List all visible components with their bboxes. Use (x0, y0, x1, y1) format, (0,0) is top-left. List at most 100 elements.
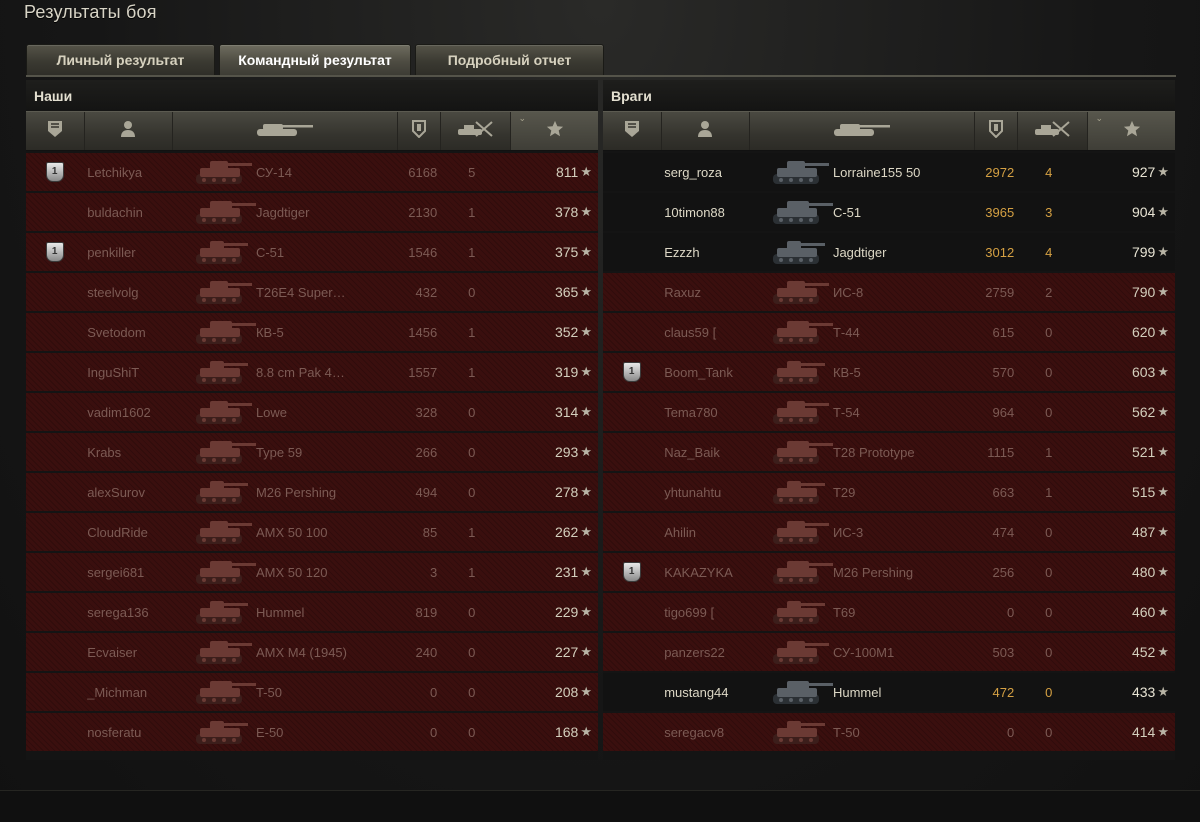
xp-value: 562 (1131, 404, 1156, 420)
player-row[interactable]: vadim1602 Lowe 328 0 314 ★ (26, 393, 598, 431)
player-row[interactable]: nosferatu E-50 0 0 168 ★ (26, 713, 598, 751)
player-name[interactable]: tigo699 [ (660, 593, 751, 631)
medal-icon: 1 (45, 242, 64, 262)
player-row[interactable]: Tema780 Т-54 964 0 562 ★ (603, 393, 1175, 431)
tank-cell: T-50 (174, 673, 396, 711)
player-name[interactable]: InguShiT (83, 353, 174, 391)
player-name[interactable]: Ecvaiser (83, 633, 174, 671)
kills-value: 0 (468, 444, 476, 460)
player-name[interactable]: Raxuz (660, 273, 751, 311)
xp-value: 168 (554, 724, 579, 740)
tab-personal-result[interactable]: Личный результат (26, 44, 215, 75)
kills-value: 1 (468, 524, 476, 540)
player-row[interactable]: yhtunahtu T29 663 1 515 ★ (603, 473, 1175, 511)
player-row[interactable]: Ecvaiser AMX M4 (1945) 240 0 227 ★ (26, 633, 598, 671)
column-xp-header[interactable]: ⌄ (511, 112, 598, 150)
player-name[interactable]: vadim1602 (83, 393, 174, 431)
player-row[interactable]: alexSurov M26 Pershing 494 0 278 ★ (26, 473, 598, 511)
kills-value: 0 (468, 484, 476, 500)
tab-team-result[interactable]: Командный результат (219, 44, 411, 75)
player-name[interactable]: penkiller (83, 233, 174, 271)
player-name[interactable]: claus59 [ (660, 313, 751, 351)
column-kills-header[interactable] (441, 112, 512, 150)
tank-cell: Type 59 (174, 433, 396, 471)
player-name[interactable]: yhtunahtu (660, 473, 751, 511)
player-row[interactable]: Naz_Baik T28 Prototype 1115 1 521 ★ (603, 433, 1175, 471)
player-row[interactable]: Ezzzh Jagdtiger 3012 4 799 ★ (603, 233, 1175, 271)
player-row[interactable]: Svetodom КВ-5 1456 1 352 ★ (26, 313, 598, 351)
player-row[interactable]: _Michman T-50 0 0 208 ★ (26, 673, 598, 711)
column-damage-header[interactable] (398, 112, 441, 150)
column-medal-header[interactable] (26, 112, 85, 150)
player-name[interactable]: Naz_Baik (660, 433, 751, 471)
player-row[interactable]: buldachin Jagdtiger 2130 1 378 ★ (26, 193, 598, 231)
player-row[interactable]: Raxuz ИС-8 2759 2 790 ★ (603, 273, 1175, 311)
player-row[interactable]: sergei681 AMX 50 120 3 1 231 ★ (26, 553, 598, 591)
player-row[interactable]: Ahilin ИС-3 474 0 487 ★ (603, 513, 1175, 551)
player-row[interactable]: panzers22 СУ-100М1 503 0 452 ★ (603, 633, 1175, 671)
player-name[interactable]: _Michman (83, 673, 174, 711)
column-player-header[interactable] (85, 112, 174, 150)
player-name[interactable]: seregacv8 (660, 713, 751, 751)
player-name[interactable]: Boom_Tank (660, 353, 751, 391)
damage-value: 3012 (985, 244, 1015, 260)
xp-value: 319 (554, 364, 579, 380)
player-name[interactable]: buldachin (83, 193, 174, 231)
column-tank-header[interactable] (173, 112, 399, 150)
player-name[interactable]: CloudRide (83, 513, 174, 551)
damage-value: 1546 (408, 244, 438, 260)
star-icon: ★ (1157, 324, 1169, 339)
column-kills-header[interactable] (1018, 112, 1089, 150)
column-medal-header[interactable] (603, 112, 662, 150)
player-row[interactable]: tigo699 [ T69 0 0 460 ★ (603, 593, 1175, 631)
xp-value: 278 (554, 484, 579, 500)
player-row[interactable]: 1 penkiller С-51 1546 1 375 ★ (26, 233, 598, 271)
tank-name: КВ-5 (255, 324, 284, 340)
player-row[interactable]: CloudRide AMX 50 100 85 1 262 ★ (26, 513, 598, 551)
tank-cell: M26 Pershing (751, 553, 973, 591)
player-name[interactable]: sergei681 (83, 553, 174, 591)
player-row[interactable]: claus59 [ Т-44 615 0 620 ★ (603, 313, 1175, 351)
player-name[interactable]: nosferatu (83, 713, 174, 751)
column-tank-header[interactable] (750, 112, 976, 150)
player-name[interactable]: serg_roza (660, 153, 751, 191)
star-icon: ★ (1157, 404, 1169, 419)
damage-value: 2972 (985, 164, 1015, 180)
player-row[interactable]: 1 Boom_Tank КВ-5 570 0 603 ★ (603, 353, 1175, 391)
player-row[interactable]: 1 Letchikya СУ-14 6168 5 811 ★ (26, 153, 598, 191)
column-player-header[interactable] (662, 112, 751, 150)
player-row[interactable]: steelvolg T26E4 Super… 432 0 365 ★ (26, 273, 598, 311)
player-row[interactable]: 1 KAKAZYKA M26 Pershing 256 0 480 ★ (603, 553, 1175, 591)
damage-value: 3965 (985, 204, 1015, 220)
player-name[interactable]: steelvolg (83, 273, 174, 311)
player-name[interactable]: serega136 (83, 593, 174, 631)
player-row[interactable]: InguShiT 8.8 cm Pak 4… 1557 1 319 ★ (26, 353, 598, 391)
xp-value: 927 (1131, 164, 1156, 180)
column-damage-header[interactable] (975, 112, 1018, 150)
player-name[interactable]: Tema780 (660, 393, 751, 431)
player-name[interactable]: Krabs (83, 433, 174, 471)
column-xp-header[interactable]: ⌄ (1088, 112, 1175, 150)
kills-value: 2 (1045, 284, 1053, 300)
player-name[interactable]: Ahilin (660, 513, 751, 551)
tank-name: СУ-14 (255, 164, 292, 180)
player-row[interactable]: mustang44 Hummel 472 0 433 ★ (603, 673, 1175, 711)
player-name[interactable]: Letchikya (83, 153, 174, 191)
player-name[interactable]: KAKAZYKA (660, 553, 751, 591)
player-row[interactable]: Krabs Type 59 266 0 293 ★ (26, 433, 598, 471)
xp-value: 231 (554, 564, 579, 580)
player-row[interactable]: serg_roza Lorraine155 50 2972 4 927 ★ (603, 153, 1175, 191)
player-name[interactable]: Svetodom (83, 313, 174, 351)
damage-value: 240 (415, 644, 438, 660)
medal-cell (603, 473, 660, 511)
tab-detailed-report[interactable]: Подробный отчет (415, 44, 604, 75)
medal-cell (603, 513, 660, 551)
player-row[interactable]: seregacv8 Т-50 0 0 414 ★ (603, 713, 1175, 751)
player-row[interactable]: 10timon88 С-51 3965 3 904 ★ (603, 193, 1175, 231)
player-name[interactable]: mustang44 (660, 673, 751, 711)
player-name[interactable]: alexSurov (83, 473, 174, 511)
player-row[interactable]: serega136 Hummel 819 0 229 ★ (26, 593, 598, 631)
player-name[interactable]: panzers22 (660, 633, 751, 671)
player-name[interactable]: Ezzzh (660, 233, 751, 271)
player-name[interactable]: 10timon88 (660, 193, 751, 231)
